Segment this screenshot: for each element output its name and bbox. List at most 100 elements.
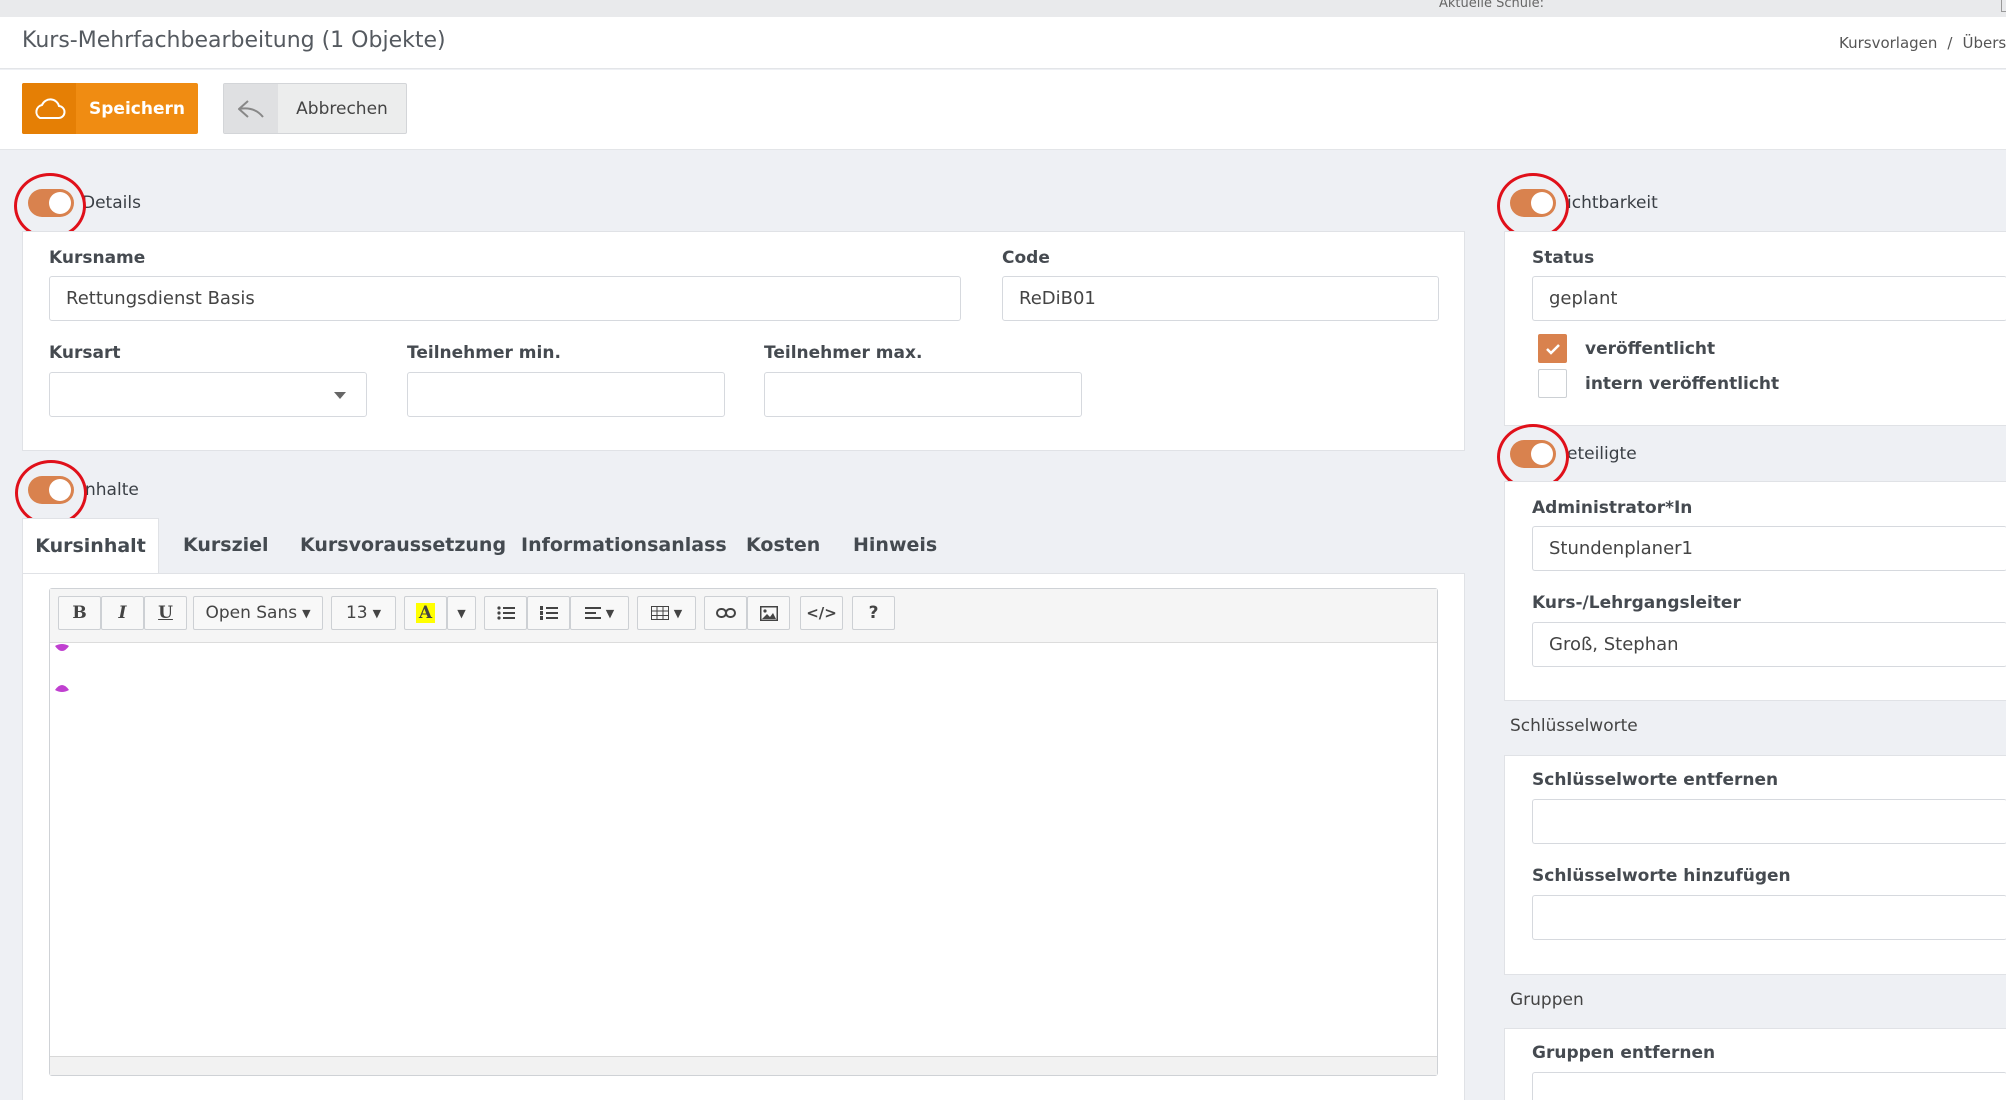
published-checkbox[interactable] (1538, 334, 1567, 363)
details-title: Details (82, 193, 141, 213)
highlight-ring (1497, 173, 1569, 239)
text-color-icon: A (415, 603, 436, 623)
table-icon (650, 606, 669, 620)
keywords-add-label: Schlüsselworte hinzufügen (1532, 866, 1791, 886)
teilnehmer-min-input[interactable] (407, 372, 725, 417)
current-school-select[interactable] (2001, 0, 2006, 12)
schluesselworte-panel: Schlüsselworte entfernen Schlüsselworte … (1504, 755, 2006, 975)
cancel-label: Abbrechen (296, 98, 388, 119)
caret-down-icon: ▼ (372, 606, 382, 620)
breadcrumb-separator: / (1947, 34, 1953, 52)
kursart-label: Kursart (49, 343, 121, 363)
gruppen-remove-input[interactable] (1532, 1072, 2006, 1100)
status-label: Status (1532, 248, 1595, 268)
numbered-list-button[interactable] (527, 596, 570, 630)
keywords-add-input[interactable] (1532, 895, 2006, 940)
teilnehmer-max-input[interactable] (764, 372, 1082, 417)
gruppen-title: Gruppen (1510, 990, 1584, 1010)
align-left-icon (584, 607, 601, 619)
internal-published-row: intern veröffentlicht (1538, 369, 1779, 398)
help-button[interactable]: ? (852, 596, 895, 630)
cancel-button[interactable]: Abbrechen (223, 83, 407, 134)
text-color-button[interactable]: A (404, 596, 447, 630)
table-button[interactable]: ▼ (637, 596, 696, 630)
code-label: Code (1002, 248, 1050, 268)
rich-text-editor: B I U Open Sans ▼ 13 ▼ A ▼ ▼ ▼ </> ? (49, 588, 1438, 1076)
caret-down-icon: ▼ (673, 606, 683, 620)
keywords-remove-label: Schlüsselworte entfernen (1532, 770, 1779, 790)
top-strip: Aktuelle Schule: (0, 0, 2006, 17)
teilnehmer-max-label: Teilnehmer max. (764, 343, 923, 363)
text-color-dropdown[interactable]: ▼ (447, 596, 476, 630)
kursart-select[interactable] (49, 372, 367, 417)
align-button[interactable]: ▼ (570, 596, 629, 630)
internal-published-checkbox[interactable] (1538, 369, 1567, 398)
link-icon (715, 608, 736, 618)
code-view-button[interactable]: </> (800, 596, 843, 630)
save-button[interactable]: Speichern (22, 83, 198, 134)
status-select[interactable]: geplant (1532, 276, 2006, 321)
kursname-label: Kursname (49, 248, 146, 268)
font-family-value: Open Sans (205, 603, 298, 623)
chevron-down-icon (334, 384, 346, 405)
details-panel: Kursname Rettungsdienst Basis Code ReDiB… (22, 231, 1465, 451)
italic-button[interactable]: I (101, 596, 144, 630)
image-button[interactable] (747, 596, 790, 630)
kursleiter-label: Kurs-/Lehrgangsleiter (1532, 593, 1741, 613)
inhalte-tabs: Kursinhalt Kursziel Kursvoraussetzung In… (22, 518, 1465, 573)
sichtbarkeit-title: ichtbarkeit (1567, 193, 1658, 213)
inhalte-title: nhalte (85, 480, 139, 500)
tab-kursziel[interactable]: Kursziel (183, 534, 269, 556)
caret-down-icon: ▼ (457, 606, 466, 620)
breadcrumb-item-kursvorlagen[interactable]: Kursvorlagen (1839, 34, 1937, 52)
action-toolbar: Speichern Abbrechen (0, 70, 2006, 150)
numbered-list-icon (539, 606, 558, 620)
cursor-marker-icon (55, 644, 69, 651)
sichtbarkeit-panel: Status geplant veröffentlicht intern ver… (1504, 231, 2006, 426)
bullet-list-button[interactable] (484, 596, 527, 630)
bold-label: B (72, 603, 87, 623)
tab-kosten[interactable]: Kosten (746, 534, 820, 556)
gruppen-panel: Gruppen entfernen (1504, 1028, 2006, 1100)
cursor-marker-icon (55, 685, 69, 692)
administrator-input[interactable]: Stundenplaner1 (1532, 526, 2006, 571)
breadcrumb-item-uebersicht[interactable]: Übersic (1962, 34, 2006, 52)
underline-button[interactable]: U (144, 596, 187, 630)
bold-button[interactable]: B (58, 596, 101, 630)
code-input[interactable]: ReDiB01 (1002, 276, 1439, 321)
editor-content-area[interactable] (50, 644, 1437, 1056)
current-school-label: Aktuelle Schule: (1439, 0, 1544, 11)
tab-hinweis[interactable]: Hinweis (853, 534, 937, 556)
italic-label: I (118, 603, 127, 623)
schluesselworte-title: Schlüsselworte (1510, 716, 1638, 736)
undo-arrow-icon (224, 84, 278, 133)
gruppen-remove-label: Gruppen entfernen (1532, 1043, 1716, 1063)
teilnehmer-min-label: Teilnehmer min. (407, 343, 561, 363)
kursname-input[interactable]: Rettungsdienst Basis (49, 276, 961, 321)
underline-label: U (158, 603, 173, 623)
highlight-ring (15, 460, 87, 526)
font-size-select[interactable]: 13 ▼ (331, 596, 396, 630)
published-row: veröffentlicht (1538, 334, 1715, 363)
font-size-value: 13 (345, 603, 368, 623)
page-title: Kurs-Mehrfachbearbeitung (1 Objekte) (22, 28, 446, 53)
tab-informationsanlass[interactable]: Informationsanlass (521, 534, 727, 556)
code-view-label: </> (806, 604, 837, 622)
kursleiter-input[interactable]: Groß, Stephan (1532, 622, 2006, 667)
keywords-remove-input[interactable] (1532, 799, 2006, 844)
editor-resize-bar[interactable] (50, 1056, 1437, 1075)
bullet-list-icon (496, 606, 515, 620)
caret-down-icon: ▼ (302, 606, 311, 620)
administrator-label: Administrator*In (1532, 498, 1693, 518)
font-family-select[interactable]: Open Sans ▼ (193, 596, 323, 630)
image-icon (759, 605, 778, 621)
cloud-icon (22, 83, 76, 134)
beteiligte-title: eteiligte (1567, 444, 1637, 464)
tab-kursinhalt[interactable]: Kursinhalt (22, 518, 159, 573)
link-button[interactable] (704, 596, 747, 630)
tab-kursvoraussetzung[interactable]: Kursvoraussetzung (300, 534, 506, 556)
highlight-ring (14, 173, 86, 239)
caret-down-icon: ▼ (605, 606, 615, 620)
breadcrumb: Kursvorlagen / Übersic (1839, 34, 2006, 52)
published-label: veröffentlicht (1585, 338, 1716, 359)
